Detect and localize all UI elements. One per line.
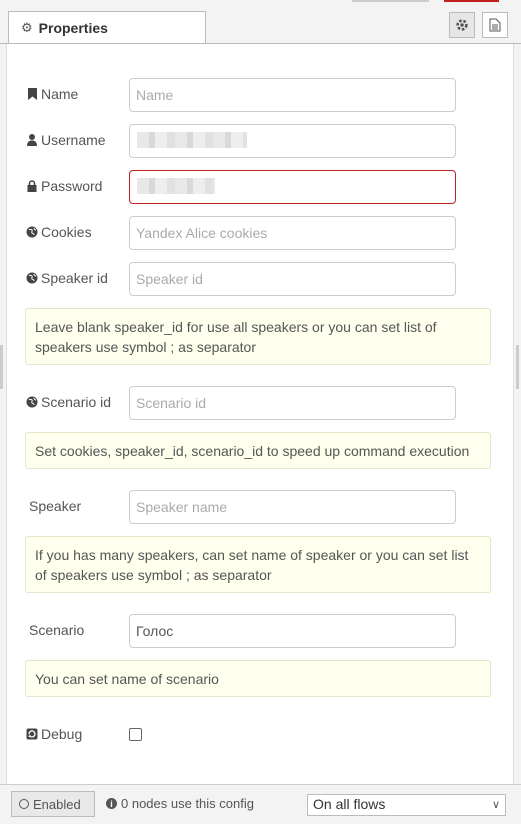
password-label-text: Password — [41, 178, 103, 194]
enabled-label: Enabled — [33, 796, 81, 812]
scenario-id-label: Scenario id — [25, 394, 111, 410]
cookies-label: Cookies — [25, 224, 92, 240]
tab-bar: ⚙ Properties — [0, 6, 521, 44]
settings-tab-button[interactable] — [449, 12, 475, 38]
scenario-id-label-text: Scenario id — [41, 394, 112, 410]
left-resize-handle[interactable] — [0, 345, 3, 389]
speaker-id-input[interactable] — [129, 262, 456, 296]
file-text-icon — [489, 18, 501, 32]
name-row: Name — [25, 78, 485, 112]
speaker-id-label-text: Speaker id — [41, 270, 108, 286]
debug-row: Debug — [25, 718, 485, 752]
tab-properties-label: Properties — [38, 19, 108, 36]
globe-icon — [25, 272, 39, 284]
username-redacted — [137, 132, 247, 148]
speaker-id-row: Speaker id — [25, 262, 485, 296]
gear-icon: ⚙ — [21, 19, 33, 35]
speaker-row: Speaker — [25, 490, 485, 524]
circle-icon — [19, 799, 29, 809]
debug-icon — [25, 728, 39, 740]
cookies-input[interactable] — [129, 216, 456, 250]
speaker-tip: If you has many speakers, can set name o… — [25, 536, 491, 593]
top-strip-segment-red — [444, 0, 499, 2]
top-strip-segment — [352, 0, 429, 2]
password-redacted — [137, 178, 215, 194]
bookmark-icon — [25, 88, 39, 100]
scope-selected-value: On all flows — [313, 796, 386, 812]
enabled-toggle-button[interactable]: Enabled — [11, 791, 95, 817]
speaker-label: Speaker — [29, 498, 82, 514]
chevron-down-icon: ∨ — [491, 799, 500, 811]
footer: Enabled i 0 nodes use this config On all… — [0, 784, 521, 824]
scenario-label: Scenario — [29, 622, 85, 638]
name-label-text: Name — [41, 86, 79, 102]
cookies-row: Cookies — [25, 216, 485, 250]
speaker-id-label: Speaker id — [25, 270, 108, 286]
tab-properties[interactable]: ⚙ Properties — [8, 11, 206, 43]
info-icon: i — [106, 798, 117, 809]
lock-icon — [25, 180, 39, 192]
password-row: Password — [25, 170, 485, 204]
description-tab-button[interactable] — [482, 12, 508, 38]
debug-checkbox[interactable] — [129, 728, 142, 741]
globe-icon — [25, 226, 39, 238]
scenario-row: Scenario — [25, 614, 485, 648]
scenario-id-tip: Set cookies, speaker_id, scenario_id to … — [25, 432, 491, 469]
scenario-input[interactable] — [129, 614, 456, 648]
name-label: Name — [25, 86, 78, 102]
properties-panel: Name Username Password Cookies Speaker i… — [6, 44, 514, 784]
scope-select[interactable]: On all flows ∨ — [307, 794, 506, 816]
speaker-id-tip: Leave blank speaker_id for use all speak… — [25, 308, 491, 365]
globe-icon — [25, 396, 39, 408]
debug-label: Debug — [25, 726, 82, 742]
right-resize-handle[interactable] — [516, 345, 519, 389]
name-input[interactable] — [129, 78, 456, 112]
user-icon — [25, 134, 39, 146]
usage-info: i 0 nodes use this config — [106, 796, 254, 811]
debug-label-text: Debug — [41, 726, 83, 742]
scenario-id-row: Scenario id — [25, 386, 485, 420]
cookies-label-text: Cookies — [41, 224, 92, 240]
scenario-tip: You can set name of scenario — [25, 660, 491, 697]
speaker-input[interactable] — [129, 490, 456, 524]
scenario-id-input[interactable] — [129, 386, 456, 420]
usage-text: 0 nodes use this config — [121, 796, 254, 811]
username-label-text: Username — [41, 132, 106, 148]
password-label: Password — [25, 178, 102, 194]
gear-icon — [456, 19, 468, 31]
username-label: Username — [25, 132, 106, 148]
username-row: Username — [25, 124, 485, 158]
